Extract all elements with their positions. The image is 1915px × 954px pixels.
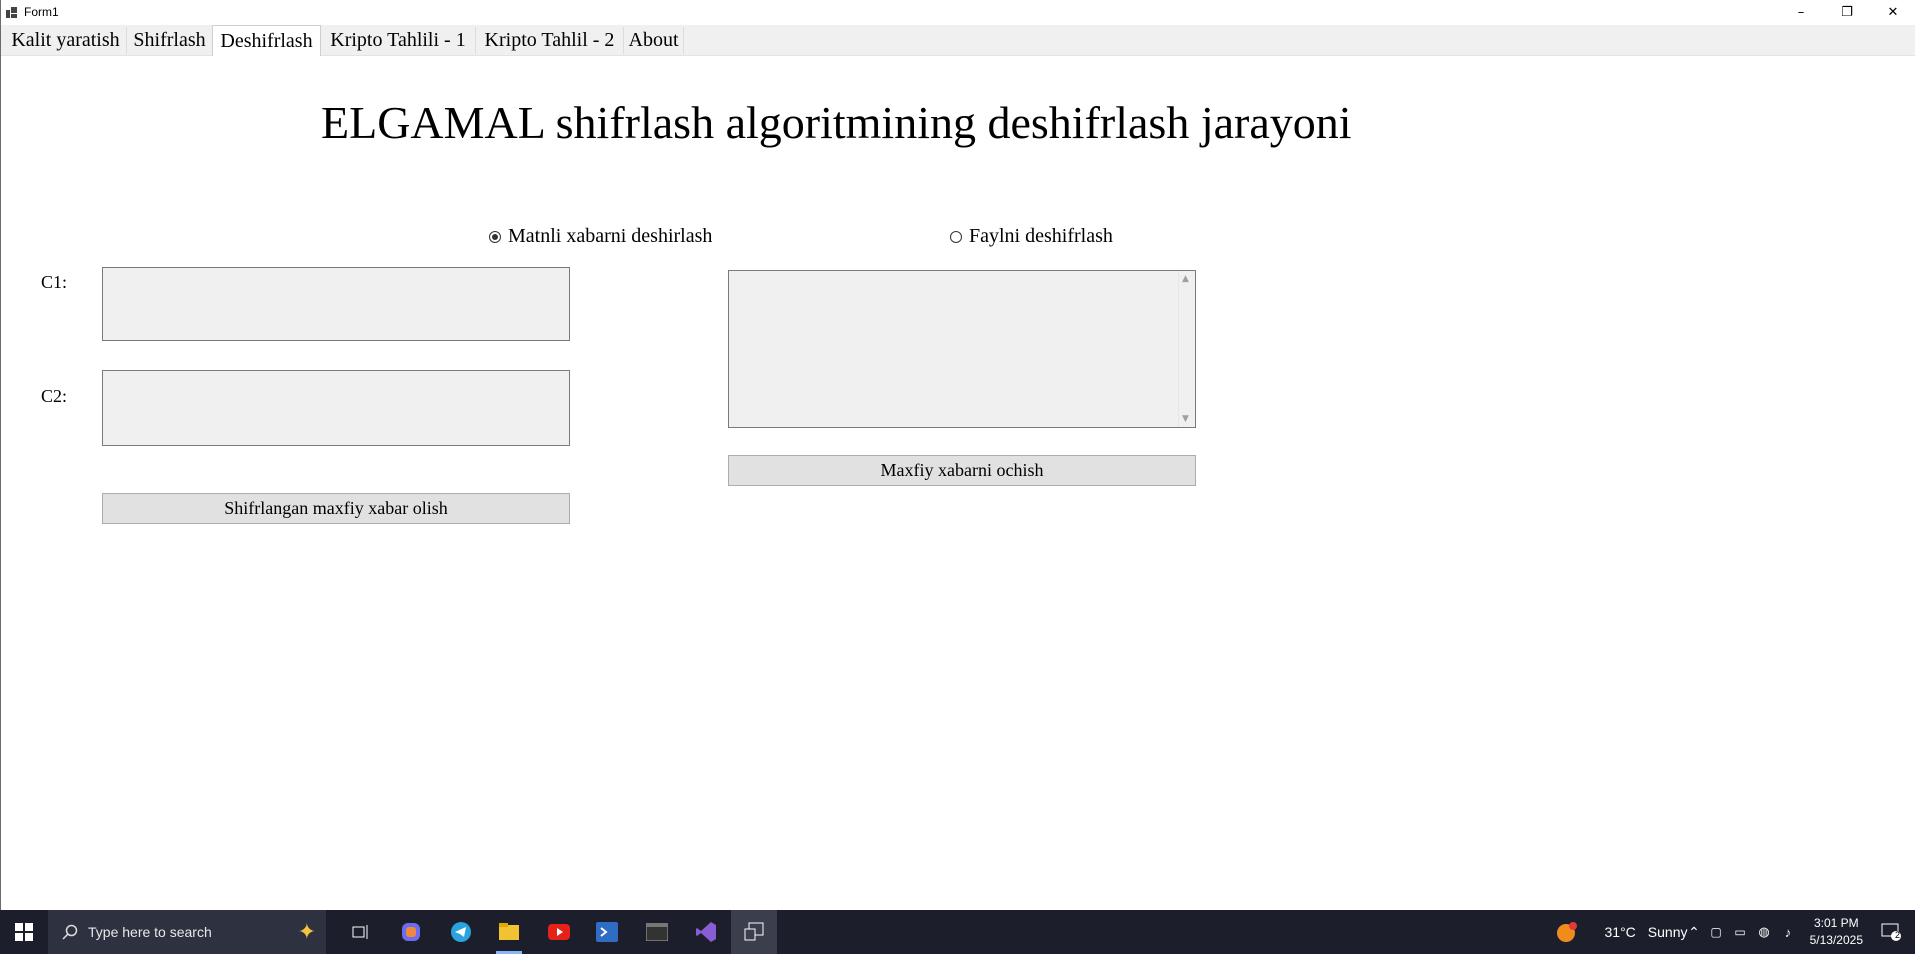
search-placeholder: Type here to search (88, 924, 212, 940)
clock[interactable]: 3:01 PM 5/13/2025 (1810, 915, 1863, 949)
minimize-button[interactable]: – (1778, 0, 1824, 25)
tab-shifrlash[interactable]: Shifrlash (127, 27, 213, 54)
c1-label: C1: (41, 272, 68, 292)
volume-icon[interactable]: ♪ (1778, 910, 1798, 954)
page-heading: ELGAMAL shifrlash algoritmining deshifrl… (321, 97, 1352, 148)
taskbar-search[interactable]: Type here to search ✦ (48, 910, 326, 954)
copilot-sparkle-icon: ✦ (297, 919, 316, 944)
tab-about[interactable]: About (624, 27, 684, 54)
task-view-icon[interactable] (344, 910, 378, 954)
battery-icon[interactable]: ▭ (1730, 910, 1750, 954)
copilot-app-icon[interactable] (394, 910, 428, 954)
app-icon (6, 7, 17, 18)
powershell-icon[interactable] (590, 910, 624, 954)
tab-kalit-yaratish[interactable]: Kalit yaratish (5, 27, 127, 54)
taskbar: Type here to search ✦ 31°C Sunny ⌃ ▢ ▭ ◍… (0, 910, 1915, 954)
file-explorer-icon[interactable] (492, 910, 526, 954)
tab-kripto-tahlil-2[interactable]: Kripto Tahlil - 2 (476, 27, 624, 54)
vertical-scrollbar[interactable]: ▲ ▼ (1178, 271, 1195, 427)
radio-text-message[interactable]: Matnli xabarni deshirlash (489, 225, 712, 248)
radio-unchecked-icon (950, 230, 962, 243)
tab-deshifrlash[interactable]: Deshifrlash (212, 25, 321, 56)
chevron-up-icon[interactable]: ⌃ (1684, 910, 1704, 954)
visual-studio-icon[interactable] (689, 910, 723, 954)
c2-label: C2: (41, 386, 68, 406)
globe-icon[interactable]: ◍ (1754, 910, 1774, 954)
radio-checked-icon (489, 230, 501, 243)
notification-icon[interactable]: 2 (1874, 910, 1908, 954)
youtube-icon[interactable] (542, 910, 576, 954)
weather-temp: 31°C (1604, 924, 1636, 940)
close-button[interactable]: ✕ (1870, 0, 1915, 25)
tab-strip: Kalit yaratish Shifrlash Deshifrlash Kri… (1, 25, 1915, 56)
meet-icon[interactable]: ▢ (1706, 910, 1726, 954)
clock-time: 3:01 PM (1813, 916, 1859, 930)
output-textarea[interactable]: ▲ ▼ (728, 270, 1196, 428)
get-encrypted-message-button[interactable]: Shifrlangan maxfiy xabar olish (102, 493, 570, 524)
weather-icon[interactable] (1556, 910, 1578, 954)
weather-desc: Sunny (1647, 924, 1688, 940)
start-button[interactable] (0, 910, 48, 954)
telegram-icon[interactable] (444, 910, 478, 954)
open-secret-message-button[interactable]: Maxfiy xabarni ochish (728, 455, 1196, 486)
restore-button[interactable]: ❐ (1824, 0, 1870, 25)
c1-input[interactable] (102, 267, 570, 341)
tab-kripto-tahlili-1[interactable]: Kripto Tahlili - 1 (321, 27, 476, 54)
scroll-down-icon[interactable]: ▼ (1182, 414, 1189, 424)
clock-date: 5/13/2025 (1809, 933, 1863, 947)
radio-file[interactable]: Faylni deshifrlash (950, 225, 1113, 248)
radio-text-label: Matnli xabarni deshirlash (508, 225, 713, 247)
scroll-up-icon[interactable]: ▲ (1182, 274, 1189, 284)
terminal-icon[interactable] (640, 910, 674, 954)
title-bar: Form1 – ❐ ✕ (1, 0, 1915, 25)
app-window: Form1 – ❐ ✕ Kalit yaratish Shifrlash Des… (0, 0, 1915, 910)
search-icon (62, 924, 78, 940)
windows-icon (15, 923, 33, 941)
c2-input[interactable] (102, 370, 570, 446)
form-app-taskbar-icon[interactable] (731, 910, 777, 954)
notification-count: 2 (1895, 930, 1901, 940)
radio-file-label: Faylni deshifrlash (969, 225, 1113, 247)
window-title: Form1 (24, 5, 59, 19)
